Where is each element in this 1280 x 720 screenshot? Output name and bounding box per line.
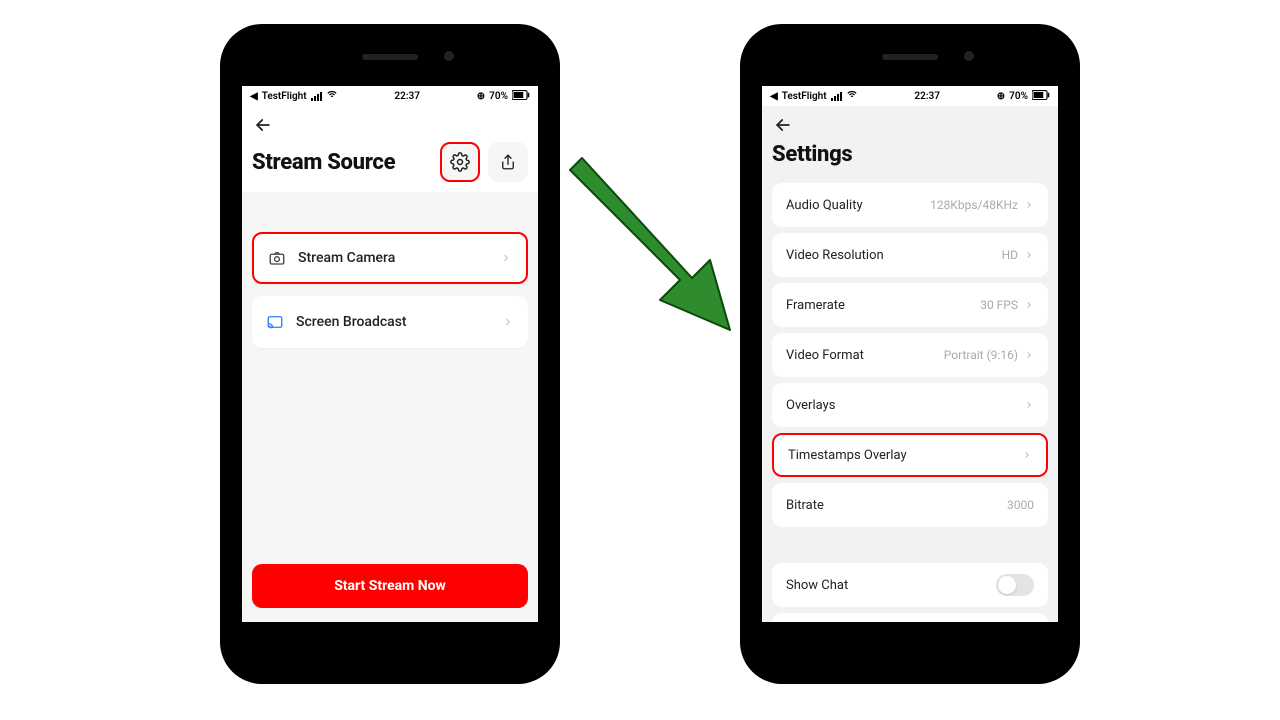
annotation-arrow: [560, 150, 760, 360]
gear-icon: [450, 152, 470, 172]
status-bar: ◀ TestFlight 22:37 ⊕ 70%: [242, 86, 538, 106]
statusbar-carrier-prefix: ◀: [770, 91, 778, 102]
chevron-right-icon: [500, 252, 512, 264]
wifi-icon: [846, 90, 858, 103]
screen-stream-source: ◀ TestFlight 22:37 ⊕ 70%: [242, 86, 538, 622]
source-options: Stream Camera Screen Broadcast: [242, 192, 538, 348]
setting-value: 3000: [1007, 498, 1034, 512]
settings-button[interactable]: [440, 142, 480, 182]
settings-list: Audio Quality 128Kbps/48KHz Video Resolu…: [762, 177, 1058, 622]
phone-frame-right: ◀ TestFlight 22:37 ⊕ 70%: [740, 24, 1080, 684]
battery-prefix-icon: ⊕: [997, 91, 1005, 102]
setting-row-audio-quality[interactable]: Audio Quality 128Kbps/48KHz: [772, 183, 1048, 227]
page-title: Stream Source: [252, 150, 395, 175]
wifi-icon: [326, 90, 338, 103]
setting-row-show-chat[interactable]: Show Chat: [772, 563, 1048, 607]
cast-icon: [266, 313, 284, 331]
chevron-right-icon: [502, 316, 514, 328]
setting-value: Portrait (9:16): [944, 348, 1018, 362]
setting-label: Overlays: [786, 398, 835, 413]
statusbar-time: 22:37: [914, 91, 940, 102]
signal-icon: [311, 92, 322, 101]
chevron-right-icon: [1024, 250, 1034, 260]
option-screen-broadcast[interactable]: Screen Broadcast: [252, 296, 528, 348]
setting-label: Video Resolution: [786, 248, 884, 263]
screen-settings: ◀ TestFlight 22:37 ⊕ 70%: [762, 86, 1058, 622]
statusbar-battery: 70%: [1009, 91, 1028, 102]
phone-speaker: [362, 54, 418, 60]
option-label: Stream Camera: [298, 250, 395, 266]
setting-label: Audio Quality: [786, 198, 863, 213]
setting-label: Show Chat: [786, 578, 848, 593]
page-title: Settings: [772, 142, 852, 167]
back-button[interactable]: [772, 114, 794, 136]
statusbar-carrier-prefix: ◀: [250, 91, 258, 102]
setting-row-mirror-front-camera[interactable]: Mirror Front Camera: [772, 613, 1048, 622]
setting-row-bitrate[interactable]: Bitrate 3000: [772, 483, 1048, 527]
header: Stream Source: [242, 106, 538, 192]
battery-icon: [512, 90, 530, 103]
setting-label: Bitrate: [786, 498, 824, 513]
setting-label: Timestamps Overlay: [788, 448, 907, 463]
setting-value: HD: [1002, 248, 1018, 262]
signal-icon: [831, 92, 842, 101]
statusbar-carrier: TestFlight: [782, 91, 827, 102]
chevron-right-icon: [1022, 450, 1032, 460]
phone-bezel: ◀ TestFlight 22:37 ⊕ 70%: [228, 32, 552, 676]
setting-value: 30 FPS: [980, 298, 1018, 312]
status-bar: ◀ TestFlight 22:37 ⊕ 70%: [762, 86, 1058, 106]
setting-label: Video Format: [786, 348, 864, 363]
start-stream-button[interactable]: Start Stream Now: [252, 564, 528, 608]
toggle-show-chat[interactable]: [996, 574, 1034, 596]
setting-row-overlays[interactable]: Overlays: [772, 383, 1048, 427]
camera-icon: [268, 249, 286, 267]
header: Settings: [762, 106, 1058, 177]
setting-row-framerate[interactable]: Framerate 30 FPS: [772, 283, 1048, 327]
phone-bezel: ◀ TestFlight 22:37 ⊕ 70%: [748, 32, 1072, 676]
phone-speaker: [882, 54, 938, 60]
chevron-right-icon: [1024, 200, 1034, 210]
section-gap: [772, 533, 1048, 557]
option-stream-camera[interactable]: Stream Camera: [252, 232, 528, 284]
battery-prefix-icon: ⊕: [477, 91, 485, 102]
share-button[interactable]: [488, 142, 528, 182]
chevron-right-icon: [1024, 400, 1034, 410]
phone-frame-left: ◀ TestFlight 22:37 ⊕ 70%: [220, 24, 560, 684]
statusbar-time: 22:37: [394, 91, 420, 102]
setting-row-timestamps-overlay[interactable]: Timestamps Overlay: [772, 433, 1048, 477]
share-icon: [499, 153, 517, 171]
setting-value: 128Kbps/48KHz: [930, 198, 1018, 212]
setting-row-video-resolution[interactable]: Video Resolution HD: [772, 233, 1048, 277]
statusbar-battery: 70%: [489, 91, 508, 102]
statusbar-carrier: TestFlight: [262, 91, 307, 102]
chevron-right-icon: [1024, 300, 1034, 310]
option-label: Screen Broadcast: [296, 314, 407, 330]
chevron-right-icon: [1024, 350, 1034, 360]
primary-button-label: Start Stream Now: [334, 578, 446, 594]
setting-label: Framerate: [786, 298, 845, 313]
back-button[interactable]: [252, 114, 274, 136]
setting-row-video-format[interactable]: Video Format Portrait (9:16): [772, 333, 1048, 377]
battery-icon: [1032, 90, 1050, 103]
